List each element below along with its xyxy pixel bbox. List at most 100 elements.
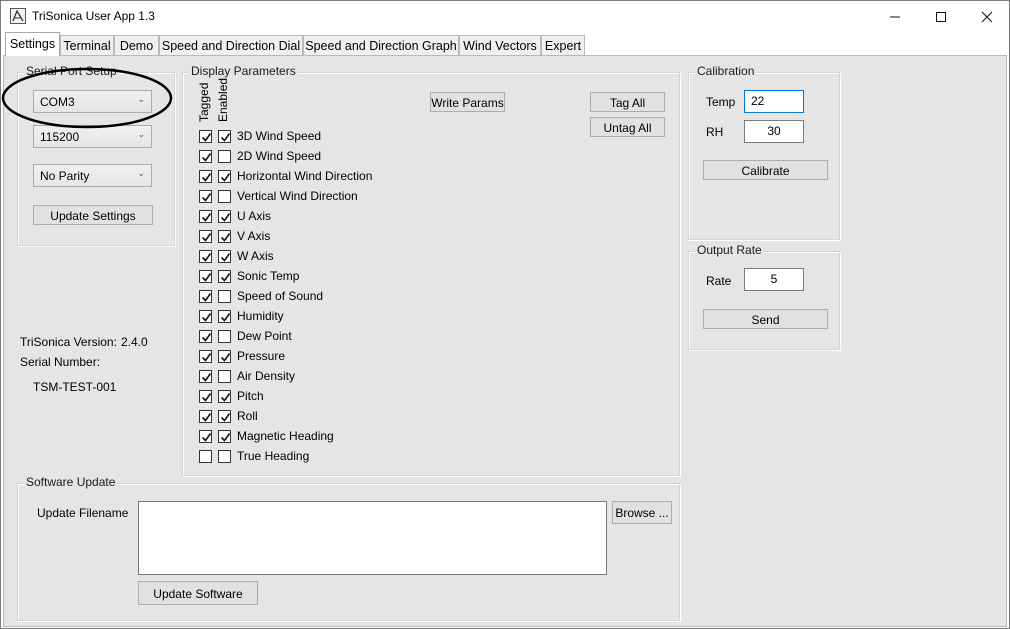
update-software-button[interactable]: Update Software [138, 581, 258, 605]
enabled-checkbox[interactable] [218, 250, 231, 263]
update-filename-label: Update Filename [37, 506, 129, 520]
check-icon [220, 253, 231, 262]
tagged-checkbox[interactable] [199, 290, 212, 303]
write-params-button[interactable]: Write Params [430, 92, 505, 112]
serial-number-value: TSM-TEST-001 [33, 380, 117, 394]
tag-all-button[interactable]: Tag All [590, 92, 665, 112]
tagged-checkbox[interactable] [199, 390, 212, 403]
tab-speed-direction-dial[interactable]: Speed and Direction Dial [159, 35, 303, 56]
parameter-label: 3D Wind Speed [237, 129, 322, 143]
rate-label: Rate [706, 274, 732, 288]
enabled-checkbox[interactable] [218, 230, 231, 243]
tagged-checkbox[interactable] [199, 430, 212, 443]
check-icon [220, 233, 231, 242]
enabled-checkbox[interactable] [218, 450, 231, 463]
check-icon [201, 333, 212, 342]
tab-strip: Settings Terminal Demo Speed and Directi… [3, 32, 1007, 56]
enabled-checkbox[interactable] [218, 430, 231, 443]
enabled-checkbox[interactable] [218, 130, 231, 143]
enabled-checkbox[interactable] [218, 210, 231, 223]
check-icon [201, 353, 212, 362]
check-icon [201, 273, 212, 282]
app-window: TriSonica User App 1.3 Settings Terminal… [0, 0, 1010, 629]
app-logo-icon [10, 8, 26, 24]
output-rate-group: Output Rate Rate 5 Send [688, 243, 840, 350]
check-icon [201, 233, 212, 242]
check-icon [220, 213, 231, 222]
close-button[interactable] [964, 1, 1010, 32]
minimize-button[interactable] [872, 1, 918, 32]
tab-terminal[interactable]: Terminal [60, 35, 114, 56]
tab-label: Speed and Direction Dial [161, 39, 301, 53]
parity-select[interactable]: No Parity ⌄ [33, 164, 152, 187]
software-update-title: Software Update [24, 475, 118, 489]
tagged-checkbox[interactable] [199, 310, 212, 323]
check-icon [201, 413, 212, 422]
baud-rate-value: 115200 [40, 130, 80, 144]
tab-settings[interactable]: Settings [5, 32, 60, 56]
check-icon [220, 393, 231, 402]
enabled-checkbox[interactable] [218, 150, 231, 163]
tagged-checkbox[interactable] [199, 370, 212, 383]
minimize-icon [890, 16, 900, 17]
send-button[interactable]: Send [703, 309, 828, 329]
tagged-checkbox[interactable] [199, 410, 212, 423]
title-bar: TriSonica User App 1.3 [1, 1, 1009, 32]
enabled-checkbox[interactable] [218, 290, 231, 303]
tagged-checkbox[interactable] [199, 130, 212, 143]
tagged-checkbox[interactable] [199, 270, 212, 283]
check-icon [201, 253, 212, 262]
parameter-label: Air Density [237, 369, 296, 383]
enabled-checkbox[interactable] [218, 390, 231, 403]
tagged-checkbox[interactable] [199, 210, 212, 223]
parameter-label: Dew Point [237, 329, 292, 343]
version-value: 2.4.0 [121, 335, 148, 349]
update-settings-button[interactable]: Update Settings [33, 205, 153, 225]
check-icon [220, 313, 231, 322]
software-update-group: Software Update Update Filename Browse .… [17, 475, 680, 621]
tagged-checkbox[interactable] [199, 150, 212, 163]
enabled-checkbox[interactable] [218, 190, 231, 203]
tagged-checkbox[interactable] [199, 190, 212, 203]
rate-input[interactable]: 5 [744, 268, 804, 291]
tab-demo[interactable]: Demo [114, 35, 159, 56]
untag-all-button[interactable]: Untag All [590, 117, 665, 137]
tab-label: Wind Vectors [463, 39, 537, 53]
rh-input[interactable]: 30 [744, 120, 804, 143]
maximize-button[interactable] [918, 1, 964, 32]
enabled-checkbox[interactable] [218, 270, 231, 283]
parameter-label: Pitch [237, 389, 264, 403]
calibrate-button[interactable]: Calibrate [703, 160, 828, 180]
parameter-label: Horizontal Wind Direction [237, 169, 373, 183]
display-parameters-group: Display Parameters Tagged Enabled Write … [182, 64, 680, 476]
check-icon [220, 413, 231, 422]
temp-input[interactable]: 22 [744, 90, 804, 113]
tagged-checkbox[interactable] [199, 450, 212, 463]
check-icon [201, 193, 212, 202]
enabled-checkbox[interactable] [218, 330, 231, 343]
check-icon [201, 173, 212, 182]
check-icon [220, 173, 231, 182]
tagged-checkbox[interactable] [199, 230, 212, 243]
tab-wind-vectors[interactable]: Wind Vectors [459, 35, 541, 56]
check-icon [201, 213, 212, 222]
close-icon [981, 11, 993, 22]
chevron-down-icon: ⌄ [137, 168, 145, 178]
browse-button[interactable]: Browse ... [612, 501, 672, 524]
enabled-checkbox[interactable] [218, 350, 231, 363]
enabled-checkbox[interactable] [218, 170, 231, 183]
check-icon [201, 313, 212, 322]
enabled-checkbox[interactable] [218, 370, 231, 383]
tagged-checkbox[interactable] [199, 350, 212, 363]
parameter-label: Vertical Wind Direction [237, 189, 358, 203]
enabled-checkbox[interactable] [218, 310, 231, 323]
tab-expert[interactable]: Expert [541, 35, 585, 56]
update-filename-input[interactable] [138, 501, 607, 575]
tagged-checkbox[interactable] [199, 330, 212, 343]
calibration-group: Calibration Temp 22 RH 30 Calibrate [688, 64, 840, 240]
tagged-checkbox[interactable] [199, 170, 212, 183]
temp-label: Temp [706, 95, 736, 109]
tagged-checkbox[interactable] [199, 250, 212, 263]
tab-speed-direction-graph[interactable]: Speed and Direction Graph [303, 35, 459, 56]
enabled-checkbox[interactable] [218, 410, 231, 423]
